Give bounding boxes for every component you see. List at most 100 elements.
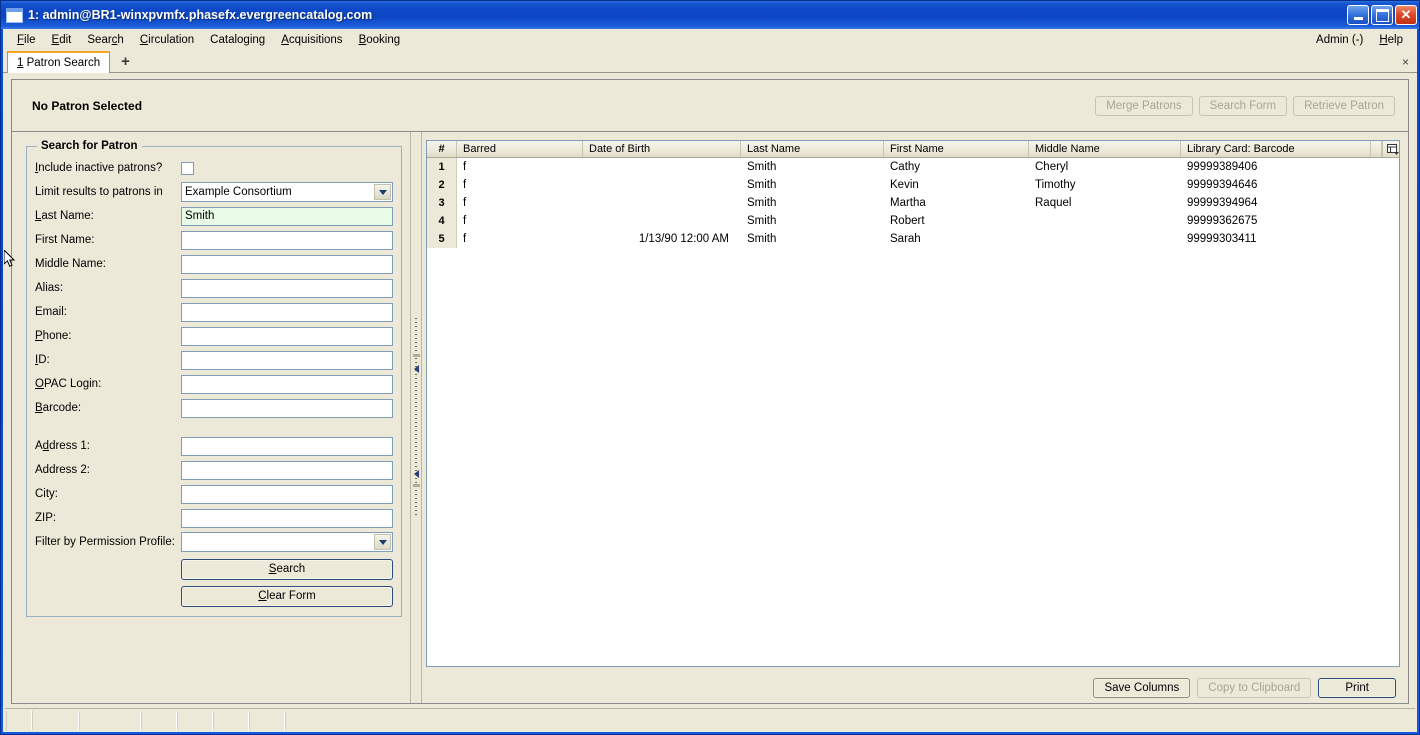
patron-summary-bar: No Patron Selected Merge Patrons Search … <box>12 80 1408 132</box>
barcode-input[interactable] <box>181 398 393 418</box>
permission-profile-select[interactable] <box>181 532 393 552</box>
menu-edit[interactable]: Edit <box>44 32 80 48</box>
row-email: Email: <box>35 300 393 324</box>
menu-help[interactable]: Help <box>1371 32 1411 48</box>
cell-barred: f <box>463 215 467 227</box>
first-name-label: First Name: <box>35 234 95 246</box>
collapse-left-arrow-icon-2[interactable] <box>412 469 421 478</box>
zip-input[interactable] <box>181 508 393 528</box>
row-alias: Alias: <box>35 276 393 300</box>
print-button[interactable]: Print <box>1318 678 1396 698</box>
close-tab-icon[interactable]: × <box>1402 55 1409 69</box>
address-2-input[interactable] <box>181 460 393 480</box>
last-name-input[interactable] <box>181 206 393 226</box>
table-row[interactable]: 5 f 1/13/90 12:00 AM Smith Sarah 9999930… <box>427 230 1399 248</box>
status-cell-3 <box>79 711 141 730</box>
menu-circulation[interactable]: Circulation <box>132 32 202 48</box>
search-button-label: Search <box>268 563 306 575</box>
city-input[interactable] <box>181 484 393 504</box>
column-header-library-card[interactable]: Library Card: Barcode <box>1181 141 1371 157</box>
collapse-left-arrow-icon[interactable] <box>412 364 421 373</box>
cell-middle-name: Cheryl <box>1035 161 1069 173</box>
tab-strip: 1 Patron Search + × <box>3 50 1417 73</box>
cell-number: 2 <box>427 176 457 194</box>
column-header-last-name[interactable]: Last Name <box>741 141 884 157</box>
column-header-middle-name[interactable]: Middle Name <box>1029 141 1181 157</box>
menu-bar-right: Admin (-) Help <box>1308 32 1411 48</box>
phone-input[interactable] <box>181 326 393 346</box>
email-input[interactable] <box>181 302 393 322</box>
row-middle-name: Middle Name: <box>35 252 393 276</box>
cell-library-card: 99999394646 <box>1187 179 1258 191</box>
limit-results-select[interactable]: Example Consortium <box>181 182 393 202</box>
splitter-nub-top <box>412 354 420 357</box>
column-header-barred[interactable]: Barred <box>457 141 583 157</box>
column-header-number[interactable]: # <box>427 141 457 157</box>
cell-first-name: Kevin <box>890 179 919 191</box>
limit-results-label: Limit results to patrons in <box>35 186 163 198</box>
column-header-date-of-birth[interactable]: Date of Birth <box>583 141 741 157</box>
phone-label: Phone: <box>35 330 72 342</box>
maximize-button[interactable] <box>1371 5 1393 25</box>
application-window: 1: admin@BR1-winxpvmfx.phasefx.evergreen… <box>0 0 1420 735</box>
save-columns-button[interactable]: Save Columns <box>1093 678 1191 698</box>
id-input[interactable] <box>181 350 393 370</box>
status-cell-6 <box>213 711 249 730</box>
include-inactive-checkbox[interactable] <box>181 161 194 175</box>
cell-middle-name <box>1029 212 1181 230</box>
cell-barred: f <box>463 179 467 191</box>
table-row[interactable]: 1 f Smith Cathy Cheryl 99999389406 <box>427 158 1399 176</box>
table-row[interactable]: 3 f Smith Martha Raquel 99999394964 <box>427 194 1399 212</box>
row-id: ID: <box>35 348 393 372</box>
menu-file[interactable]: File <box>9 32 44 48</box>
id-label: ID: <box>35 354 50 366</box>
cell-last-name: Smith <box>747 215 777 227</box>
menu-bar: File Edit Search Circulation Cataloging … <box>3 29 1417 50</box>
cell-number: 1 <box>427 158 457 176</box>
first-name-input[interactable] <box>181 230 393 250</box>
address-1-input[interactable] <box>181 436 393 456</box>
cell-middle-name <box>1029 230 1181 248</box>
table-row[interactable]: 2 f Smith Kevin Timothy 99999394646 <box>427 176 1399 194</box>
new-tab-button[interactable]: + <box>117 54 134 69</box>
tab-patron-search[interactable]: 1 Patron Search <box>7 51 111 73</box>
status-cell-5 <box>177 711 213 730</box>
cell-last-name: Smith <box>747 233 777 245</box>
row-barcode: Barcode: <box>35 396 393 420</box>
copy-to-clipboard-button[interactable]: Copy to Clipboard <box>1197 678 1312 698</box>
merge-patrons-button[interactable]: Merge Patrons <box>1095 95 1193 116</box>
search-form-button[interactable]: Search Form <box>1198 95 1288 116</box>
city-label: City: <box>35 488 58 500</box>
clear-form-button[interactable]: Clear Form <box>181 585 393 607</box>
column-header-first-name[interactable]: First Name <box>884 141 1029 157</box>
menu-booking[interactable]: Booking <box>351 32 409 48</box>
row-search-button: Search <box>35 557 393 581</box>
cell-library-card: 99999394964 <box>1187 197 1258 209</box>
middle-name-input[interactable] <box>181 254 393 274</box>
menu-cataloging[interactable]: Cataloging <box>202 32 273 48</box>
results-table-header: # Barred Date of Birth Last Name First N… <box>427 141 1399 158</box>
close-button[interactable] <box>1395 5 1417 25</box>
search-button[interactable]: Search <box>181 558 393 580</box>
cell-middle-name: Raquel <box>1035 197 1072 209</box>
cell-number: 3 <box>427 194 457 212</box>
column-picker-icon[interactable] <box>1382 141 1399 157</box>
cell-date-of-birth: 1/13/90 12:00 AM <box>638 233 729 245</box>
opac-login-input[interactable] <box>181 374 393 394</box>
menu-admin[interactable]: Admin (-) <box>1308 32 1371 48</box>
menu-search[interactable]: Search <box>79 32 131 48</box>
panel-splitter[interactable] <box>410 132 422 703</box>
retrieve-patron-button[interactable]: Retrieve Patron <box>1293 95 1395 116</box>
middle-name-label: Middle Name: <box>35 258 106 270</box>
content-panel: No Patron Selected Merge Patrons Search … <box>11 79 1409 704</box>
row-zip: ZIP: <box>35 506 393 530</box>
status-cell-7 <box>249 711 285 730</box>
chevron-down-icon <box>374 534 391 550</box>
summary-actions: Merge Patrons Search Form Retrieve Patro… <box>1095 95 1398 116</box>
table-row[interactable]: 4 f Smith Robert 99999362675 <box>427 212 1399 230</box>
cell-first-name: Cathy <box>890 161 921 173</box>
alias-input[interactable] <box>181 278 393 298</box>
menu-acquisitions[interactable]: Acquisitions <box>273 32 350 48</box>
cell-date-of-birth <box>583 158 741 176</box>
minimize-button[interactable] <box>1347 5 1369 25</box>
